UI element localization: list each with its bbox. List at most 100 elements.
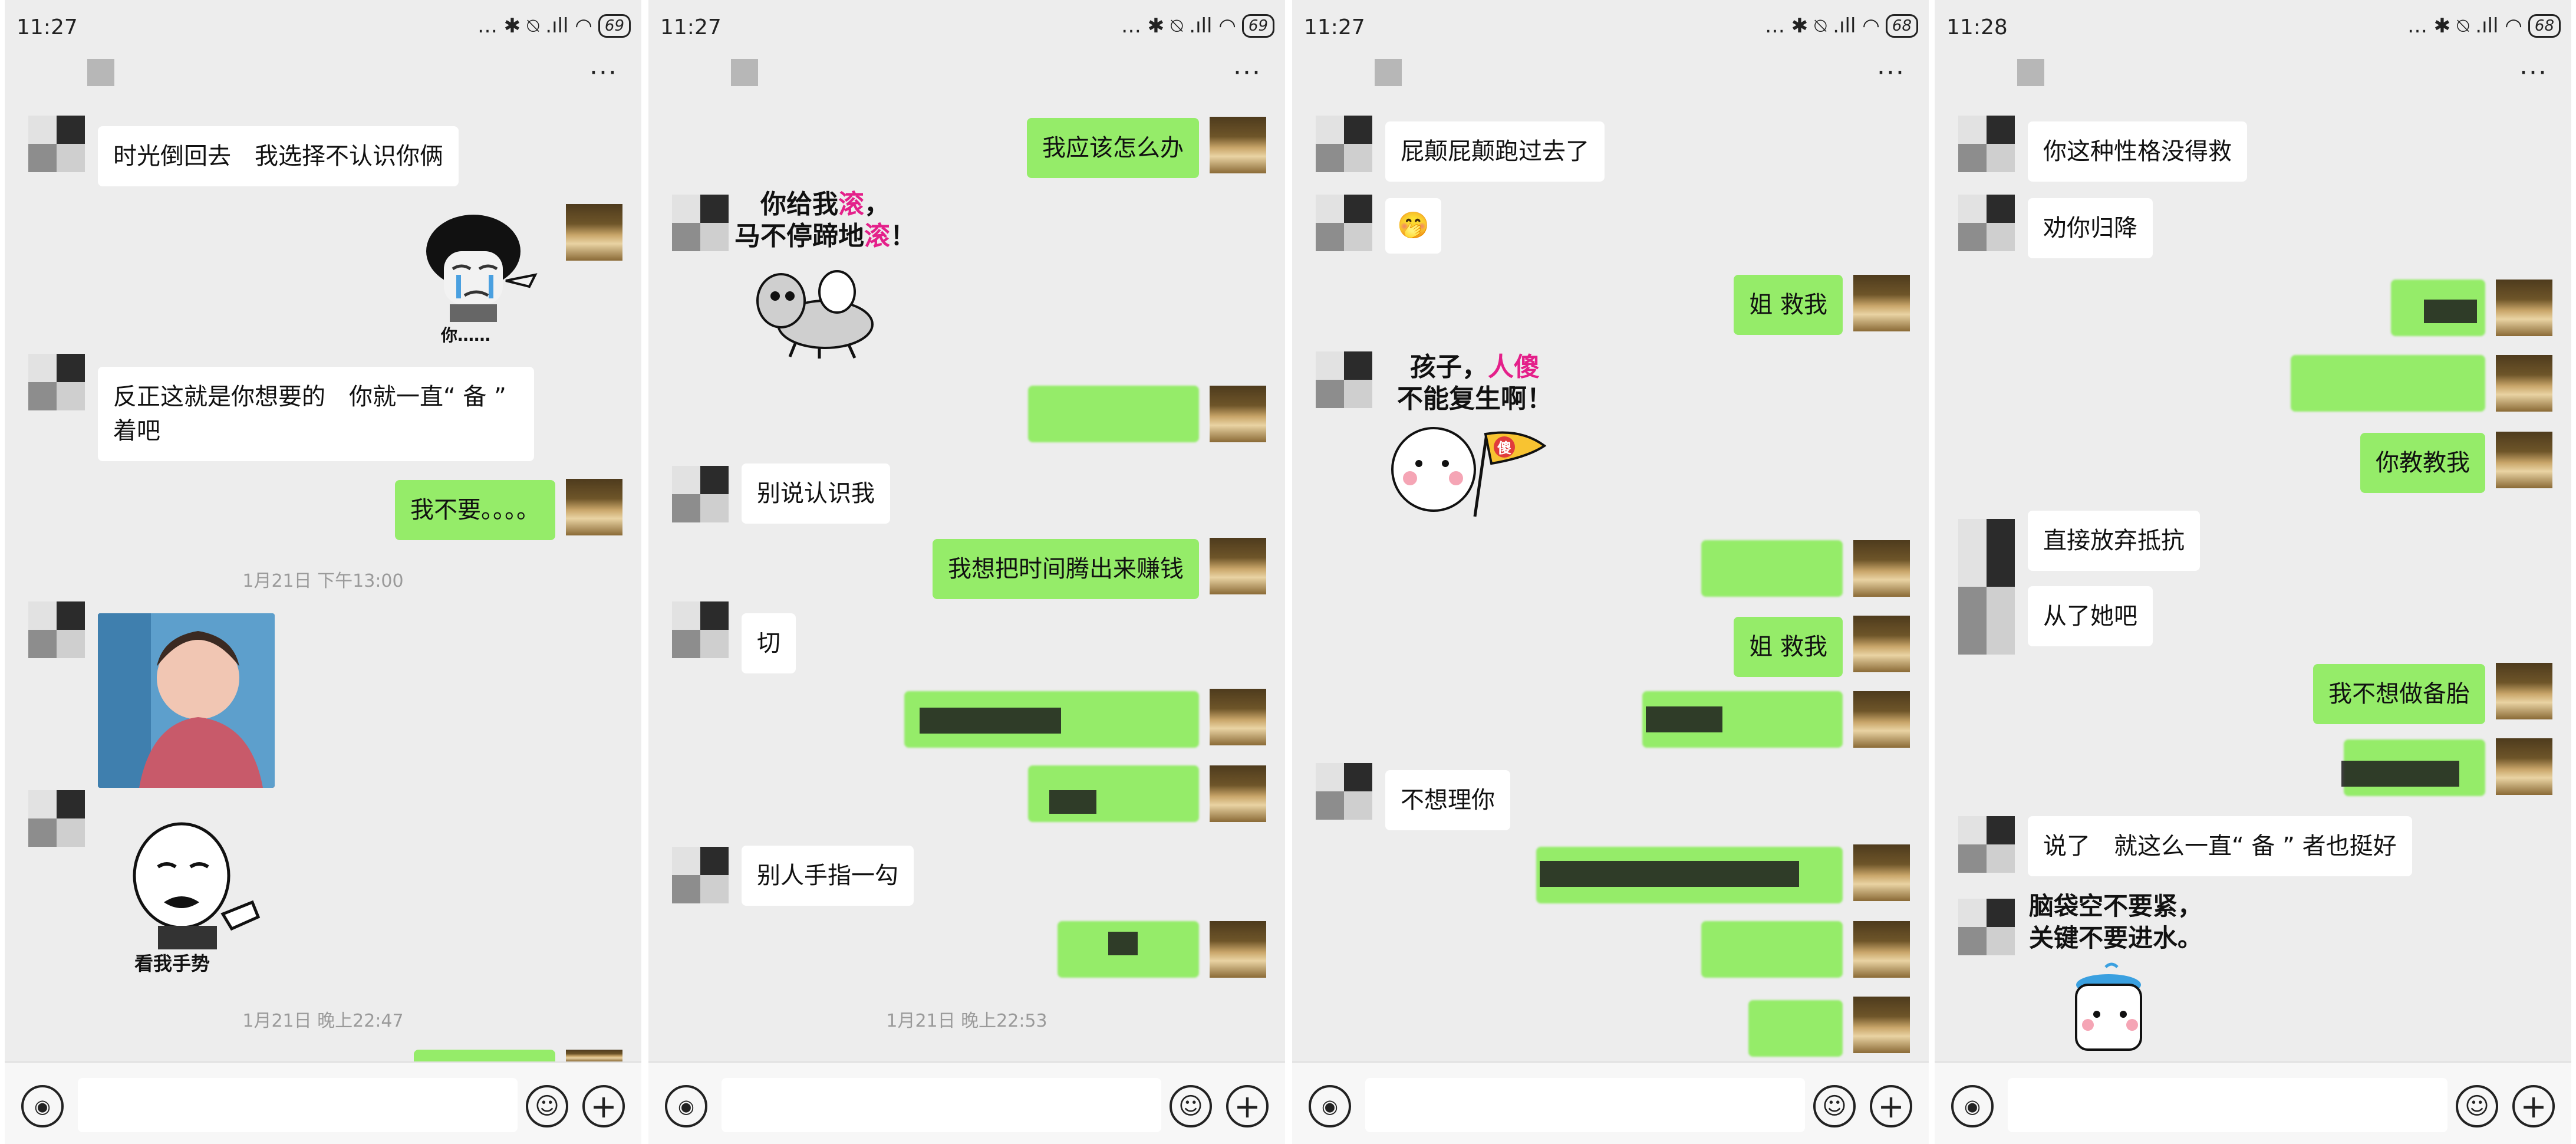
more-icon[interactable]: ··· [589, 58, 618, 88]
more-icon[interactable]: ··· [2519, 58, 2548, 88]
message-bubble[interactable]: 别说认识我 [742, 463, 890, 524]
sticker-text: 你给我滚， 马不停蹄地滚！ [731, 189, 920, 252]
emoji-message[interactable]: 🤭 [1385, 198, 1441, 254]
emoji-icon[interactable]: ☺ [1170, 1085, 1212, 1127]
avatar[interactable] [2496, 663, 2552, 719]
emoji-icon[interactable]: ☺ [526, 1085, 568, 1127]
message-bubble[interactable]: 时光倒回去 我选择不认识你俩 [98, 126, 459, 186]
avatar[interactable] [1958, 116, 2015, 172]
avatar[interactable] [1853, 540, 1910, 597]
sticker-text-line: 马不停蹄地 [734, 221, 864, 251]
message-bubble[interactable]: 屁颠屁颠跑过去了 [1385, 121, 1605, 182]
avatar[interactable] [1316, 195, 1372, 251]
plus-icon[interactable]: + [1870, 1085, 1912, 1127]
image-message[interactable] [98, 613, 275, 788]
avatar[interactable] [672, 466, 729, 522]
avatar[interactable] [1853, 997, 1910, 1053]
avatar[interactable] [1853, 921, 1910, 978]
avatar[interactable] [1853, 275, 1910, 331]
message-bubble[interactable]: 姐 救我 [1734, 275, 1843, 335]
more-icon[interactable]: ··· [1877, 58, 1905, 88]
redaction-mosaic [1540, 861, 1799, 887]
plus-icon[interactable]: + [1226, 1085, 1269, 1127]
contact-avatar[interactable] [2017, 59, 2044, 86]
message-bubble[interactable]: 姐 救我 [1734, 617, 1843, 677]
message-input[interactable] [722, 1078, 1161, 1132]
message-bubble[interactable]: 直接放弃抵抗 [2028, 511, 2200, 571]
avatar[interactable] [1958, 519, 2015, 655]
voice-icon[interactable]: ◉ [21, 1085, 64, 1127]
message-bubble-redacted[interactable] [1701, 921, 1843, 978]
message-bubble[interactable]: 从了她吧 [2028, 586, 2153, 646]
avatar[interactable] [1958, 899, 2015, 955]
avatar[interactable] [28, 116, 85, 172]
hand-gesture-sticker[interactable]: 看我手势 [123, 814, 276, 979]
crying-sticker[interactable]: 你…… [417, 210, 541, 346]
avatar[interactable] [1853, 616, 1910, 672]
avatar[interactable] [1958, 195, 2015, 251]
avatar[interactable] [566, 204, 622, 261]
message-bubble[interactable]: 劝你归降 [2028, 198, 2153, 258]
message-bubble-redacted[interactable] [1748, 1000, 1843, 1057]
message-input[interactable] [2008, 1078, 2447, 1132]
status-icons: … ✱ ⍉ .ıll ◠ 69 [477, 14, 631, 38]
voice-icon[interactable]: ◉ [665, 1085, 707, 1127]
message-bubble-redacted[interactable] [2291, 355, 2485, 412]
avatar[interactable] [2496, 280, 2552, 336]
avatar[interactable] [28, 354, 85, 410]
message-bubble[interactable]: 说了 就这么一直“ 备 ” 者也挺好 [2028, 816, 2412, 876]
plus-icon[interactable]: + [2512, 1085, 2555, 1127]
emoji-icon[interactable]: ☺ [1813, 1085, 1856, 1127]
contact-avatar[interactable] [1375, 59, 1402, 86]
avatar[interactable] [2496, 738, 2552, 795]
avatar[interactable] [672, 847, 729, 903]
contact-avatar[interactable] [87, 59, 114, 86]
avatar[interactable] [672, 195, 729, 251]
avatar[interactable] [28, 790, 85, 847]
avatar[interactable] [1316, 116, 1372, 172]
message-input[interactable] [1365, 1078, 1805, 1132]
message-bubble[interactable]: 反正这就是你想要的 你就一直“ 备 ” 着吧 [98, 367, 534, 461]
avatar[interactable] [1210, 689, 1266, 745]
emoji-icon[interactable]: ☺ [2456, 1085, 2498, 1127]
message-bubble[interactable]: 你教教我 [2360, 433, 2485, 493]
message-bubble[interactable]: 我不想做备胎 [2313, 664, 2485, 724]
message-bubble-redacted[interactable] [1701, 540, 1843, 597]
chat-screen-1: 11:27 … ✱ ⍉ .ıll ◠ 69 ··· 时光倒回去 我选择不认识你俩… [5, 0, 641, 1144]
avatar[interactable] [1210, 386, 1266, 442]
horse-sticker[interactable] [749, 259, 896, 360]
message-bubble[interactable]: 我应该怎么办 [1027, 118, 1199, 178]
plus-icon[interactable]: + [582, 1085, 625, 1127]
status-icons: … ✱ ⍉ .ıll ◠ 68 [1765, 14, 1918, 38]
avatar[interactable] [1210, 765, 1266, 822]
avatar[interactable] [566, 1050, 622, 1061]
avatar[interactable] [566, 479, 622, 535]
message-bubble[interactable]: 你这种性格没得救 [2028, 121, 2247, 182]
cup-head-sticker[interactable] [2064, 961, 2159, 1061]
avatar[interactable] [2496, 432, 2552, 488]
avatar[interactable] [1210, 538, 1266, 594]
sticker-text-line: 滚 [864, 221, 890, 251]
message-bubble-redacted[interactable] [1028, 386, 1199, 442]
message-bubble[interactable]: 我不要。。。。 [395, 480, 555, 540]
message-bubble[interactable]: 别人手指一勾 [742, 846, 914, 906]
avatar[interactable] [1316, 763, 1372, 820]
avatar[interactable] [1853, 844, 1910, 901]
avatar[interactable] [1316, 351, 1372, 408]
fool-flag-sticker[interactable]: 傻 [1386, 416, 1551, 522]
message-bubble[interactable]: 不想理你 [1385, 770, 1510, 830]
avatar[interactable] [28, 601, 85, 658]
avatar[interactable] [672, 601, 729, 658]
avatar[interactable] [1958, 816, 2015, 873]
message-input[interactable] [78, 1078, 518, 1132]
avatar[interactable] [1210, 921, 1266, 978]
avatar[interactable] [2496, 355, 2552, 412]
message-bubble[interactable]: 我想把时间腾出来赚钱 [933, 539, 1199, 599]
voice-icon[interactable]: ◉ [1951, 1085, 1994, 1127]
contact-avatar[interactable] [731, 59, 758, 86]
more-icon[interactable]: ··· [1233, 58, 1261, 88]
avatar[interactable] [1210, 117, 1266, 173]
voice-icon[interactable]: ◉ [1309, 1085, 1351, 1127]
message-bubble[interactable]: 切 [742, 613, 796, 673]
avatar[interactable] [1853, 691, 1910, 748]
